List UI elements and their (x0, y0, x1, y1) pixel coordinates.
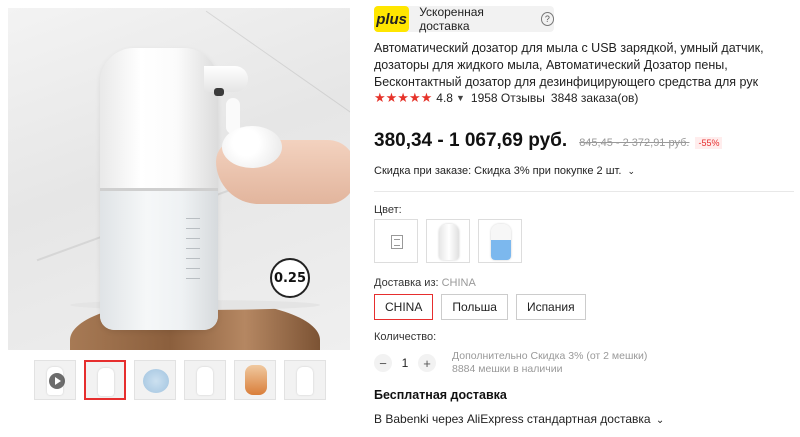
play-icon (49, 373, 65, 389)
orders-count: 3848 заказа(ов) (550, 91, 639, 105)
chevron-down-icon: ⌄ (627, 166, 636, 176)
color-option-blue[interactable] (478, 219, 522, 263)
image-placeholder-icon (391, 235, 403, 249)
rating-row: ★★★★★ 4.8 ▼ 1958 Отзывы 3848 заказа(ов) (374, 90, 638, 106)
quantity-input[interactable] (392, 356, 418, 370)
rating-value: 4.8 (436, 91, 453, 105)
volume-badge: 0.25 (270, 258, 310, 298)
thumbnail-selected[interactable] (84, 360, 126, 400)
ship-from-label: Доставка из: CHINA (374, 277, 476, 289)
tank-scale (186, 218, 200, 288)
thumbnail[interactable] (134, 360, 176, 400)
thumb-dispenser (297, 367, 313, 395)
thumb-dispenser (197, 367, 213, 395)
chevron-down-icon: ⌄ (655, 415, 665, 426)
reviews-count[interactable]: 1958 Отзывы (471, 91, 545, 105)
color-option-white[interactable] (426, 219, 470, 263)
order-discount-text: Скидка при заказе: Скидка 3% при покупке… (374, 165, 622, 177)
color-label: Цвет: (374, 204, 402, 216)
thumbnail[interactable] (184, 360, 226, 400)
ship-from-china[interactable]: CHINA (374, 294, 434, 320)
chevron-down-icon[interactable]: ▼ (456, 93, 465, 103)
color-option-no-image[interactable] (374, 219, 418, 263)
decrease-button[interactable]: − (374, 354, 392, 372)
help-icon[interactable]: ? (540, 12, 554, 26)
shipping-method[interactable]: В Babenki через AliExpress стандартная д… (374, 412, 664, 426)
bulk-discount-text: Дополнительно Скидка 3% (от 2 мешки) (452, 350, 648, 362)
plus-badge: plus (374, 6, 410, 32)
dispenser-tank (100, 190, 218, 330)
blue-dispenser-swatch (491, 224, 511, 260)
thumb-dispenser (98, 368, 114, 396)
fast-delivery-text: Ускоренная доставка (419, 5, 484, 33)
fast-delivery-pill[interactable]: plus Ускоренная доставка ? (374, 5, 554, 33)
dispenser-nozzle (204, 66, 248, 92)
thumb-child (245, 365, 267, 395)
stock-text: 8884 мешки в наличии (452, 363, 563, 375)
nozzle-tip (214, 88, 224, 96)
discount-badge: -55% (695, 137, 723, 149)
main-product-image[interactable]: 0.25 (8, 8, 350, 350)
ship-from-title: Доставка из: (374, 277, 439, 289)
ship-from-poland[interactable]: Польша (441, 294, 508, 320)
shipping-method-text: В Babenki через AliExpress стандартная д… (374, 412, 651, 426)
white-dispenser-swatch (439, 224, 459, 260)
quantity-note: Дополнительно Скидка 3% (от 2 мешки) 888… (452, 350, 647, 376)
ship-from-options: CHINA Польша Испания (374, 294, 586, 320)
old-price: 845,45 - 2 372,91 руб. (579, 137, 690, 149)
thumb-foam (143, 369, 169, 393)
current-price: 380,34 - 1 067,69 руб. (374, 130, 568, 151)
price-row: 380,34 - 1 067,69 руб. 845,45 - 2 372,91… (374, 130, 723, 152)
dispenser-seam (100, 188, 218, 191)
thumbnail[interactable] (284, 360, 326, 400)
ship-from-spain[interactable]: Испания (515, 294, 586, 320)
quantity-stepper: − + Дополнительно Скидка 3% (от 2 мешки)… (374, 350, 647, 376)
foam (222, 126, 282, 168)
quantity-label: Количество: (374, 331, 437, 343)
increase-button[interactable]: + (418, 354, 436, 372)
order-discount[interactable]: Скидка при заказе: Скидка 3% при покупке… (374, 165, 635, 177)
thumbnail-video[interactable] (34, 360, 76, 400)
divider (374, 191, 794, 192)
thumbnail[interactable] (234, 360, 276, 400)
star-rating-icon: ★★★★★ (374, 90, 433, 105)
color-options (374, 219, 522, 263)
free-shipping-title: Бесплатная доставка (374, 388, 507, 402)
ship-from-value: CHINA (441, 277, 476, 289)
thumbnail-strip (34, 360, 326, 400)
product-title: Автоматический дозатор для мыла с USB за… (374, 41, 764, 89)
